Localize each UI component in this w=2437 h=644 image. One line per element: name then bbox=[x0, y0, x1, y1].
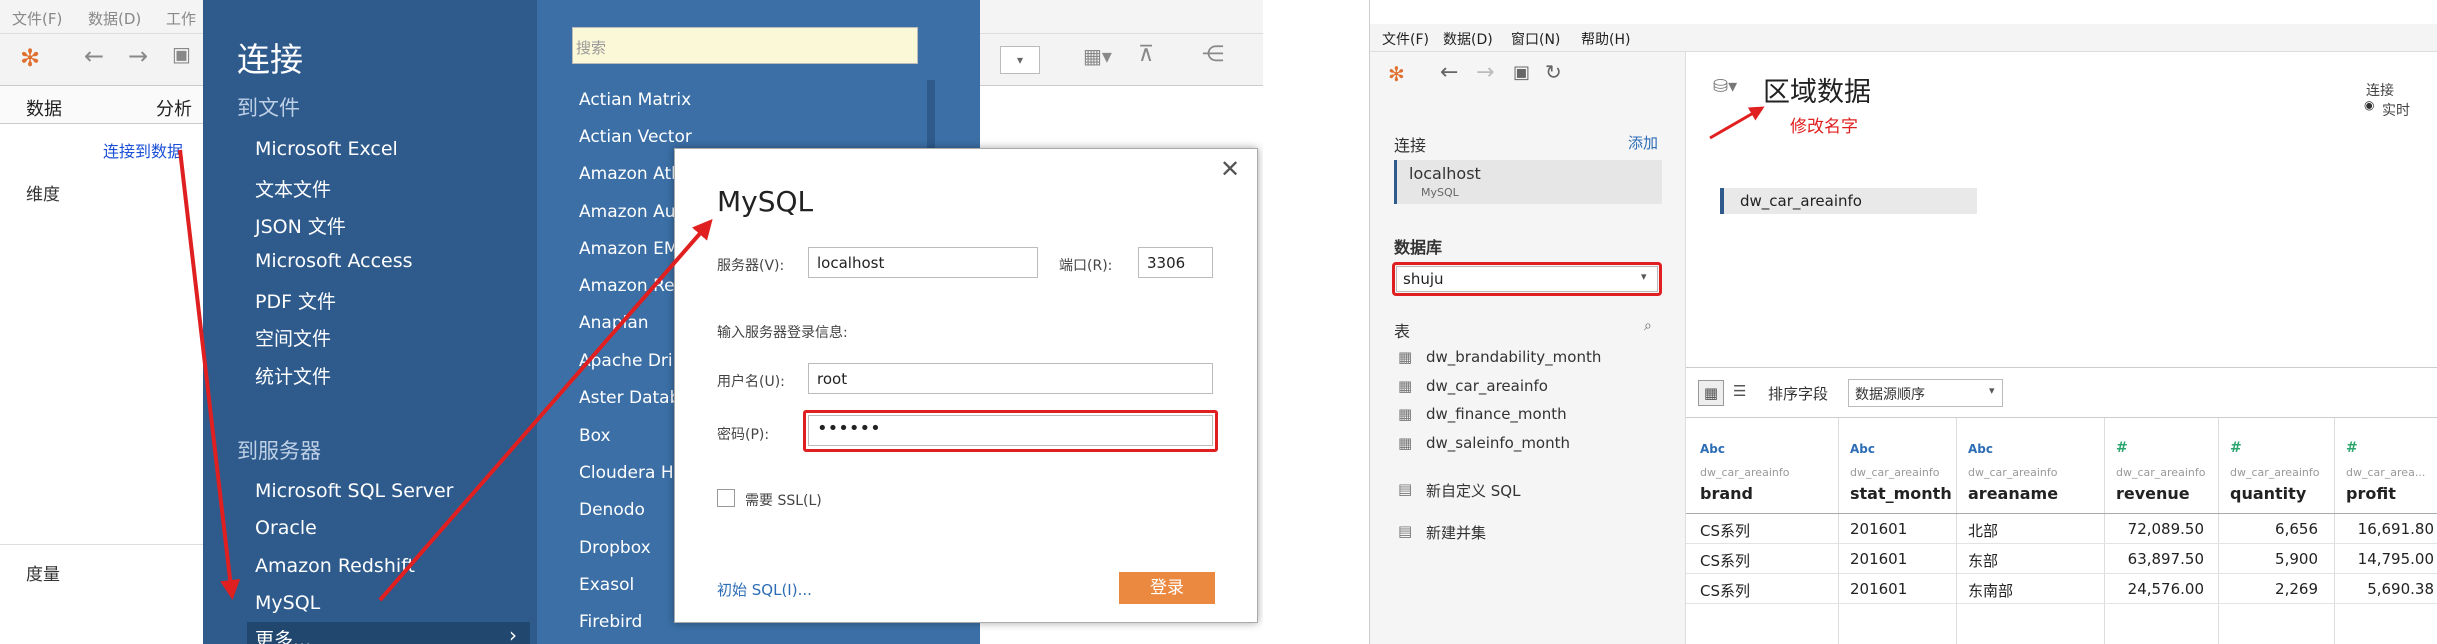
left-screenshot: 文件(F) 数据(D) 工作 ✻ ← → ▣ ▾ ▦▾ ⊼ ⋲ 数据 分析 连接… bbox=[0, 0, 1263, 644]
arrow-to-dialog bbox=[378, 218, 713, 602]
arrow-to-title bbox=[1709, 106, 1765, 140]
arrow-to-mysql bbox=[178, 149, 241, 600]
annotation-arrows bbox=[1709, 106, 1765, 140]
annotation-arrows bbox=[178, 149, 713, 602]
right-screenshot: 文件(F) 数据(D) 窗口(N) 帮助(H) ✻ ← → ▣ ↻ 连接 添加 … bbox=[1369, 0, 2437, 644]
